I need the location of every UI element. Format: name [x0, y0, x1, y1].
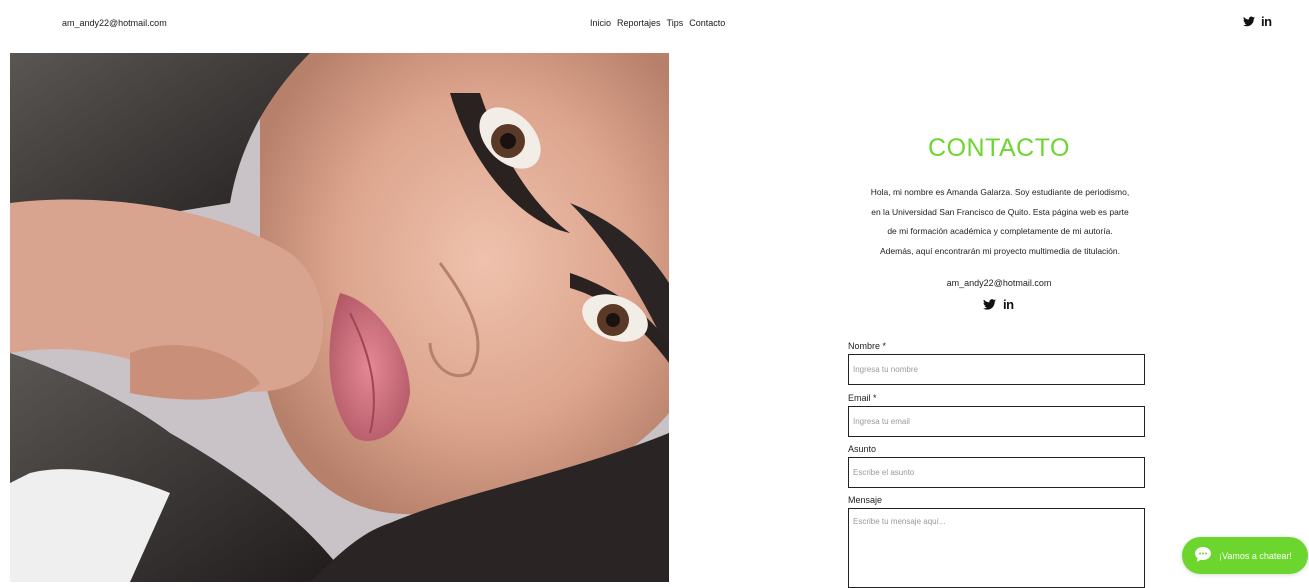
bio-line: de mi formación académica y completament…: [887, 226, 1113, 236]
page-title: CONTACTO: [928, 134, 1070, 162]
twitter-icon[interactable]: [1243, 16, 1255, 27]
linkedin-icon[interactable]: in: [1003, 298, 1014, 311]
name-label: Nombre *: [848, 341, 887, 351]
subject-input[interactable]: [848, 457, 1145, 488]
main-nav: Inicio Reportajes Tips Contacto: [590, 18, 725, 28]
chat-button-label: ¡Vamos a chatear!: [1219, 550, 1292, 561]
nav-item-inicio[interactable]: Inicio: [590, 18, 611, 28]
header-email-link[interactable]: am_andy22@hotmail.com: [62, 18, 167, 28]
site-header: am_andy22@hotmail.com Inicio Reportajes …: [0, 0, 1309, 48]
header-social-bar: in: [1243, 15, 1272, 28]
linkedin-icon[interactable]: in: [1261, 15, 1272, 28]
email-input[interactable]: [848, 406, 1145, 437]
email-label: Email *: [848, 393, 877, 403]
nav-item-reportajes[interactable]: Reportajes: [617, 18, 661, 28]
chat-bubble-icon: [1195, 547, 1211, 564]
contact-email[interactable]: am_andy22@hotmail.com: [820, 278, 1178, 288]
bio-line: en la Universidad San Francisco de Quito…: [871, 206, 1129, 217]
nav-item-tips[interactable]: Tips: [667, 18, 684, 28]
bio-line: Hola, mi nombre es Amanda Galarza. Soy e…: [870, 187, 1130, 197]
bio-line: Además, aquí encontrarán mi proyecto mul…: [879, 245, 1120, 256]
name-input[interactable]: [848, 354, 1145, 385]
subject-label: Asunto: [848, 444, 877, 454]
chat-button[interactable]: ¡Vamos a chatear!: [1182, 537, 1308, 574]
twitter-icon[interactable]: [983, 299, 996, 310]
portrait-photo: [10, 53, 669, 582]
message-textarea[interactable]: [848, 508, 1145, 588]
message-label: Mensaje: [848, 495, 883, 505]
contact-bio: Hola, mi nombre es Amanda Galarza. Soy e…: [840, 183, 1160, 261]
nav-item-contacto[interactable]: Contacto: [689, 18, 725, 28]
contact-social-bar: in: [983, 298, 1014, 311]
